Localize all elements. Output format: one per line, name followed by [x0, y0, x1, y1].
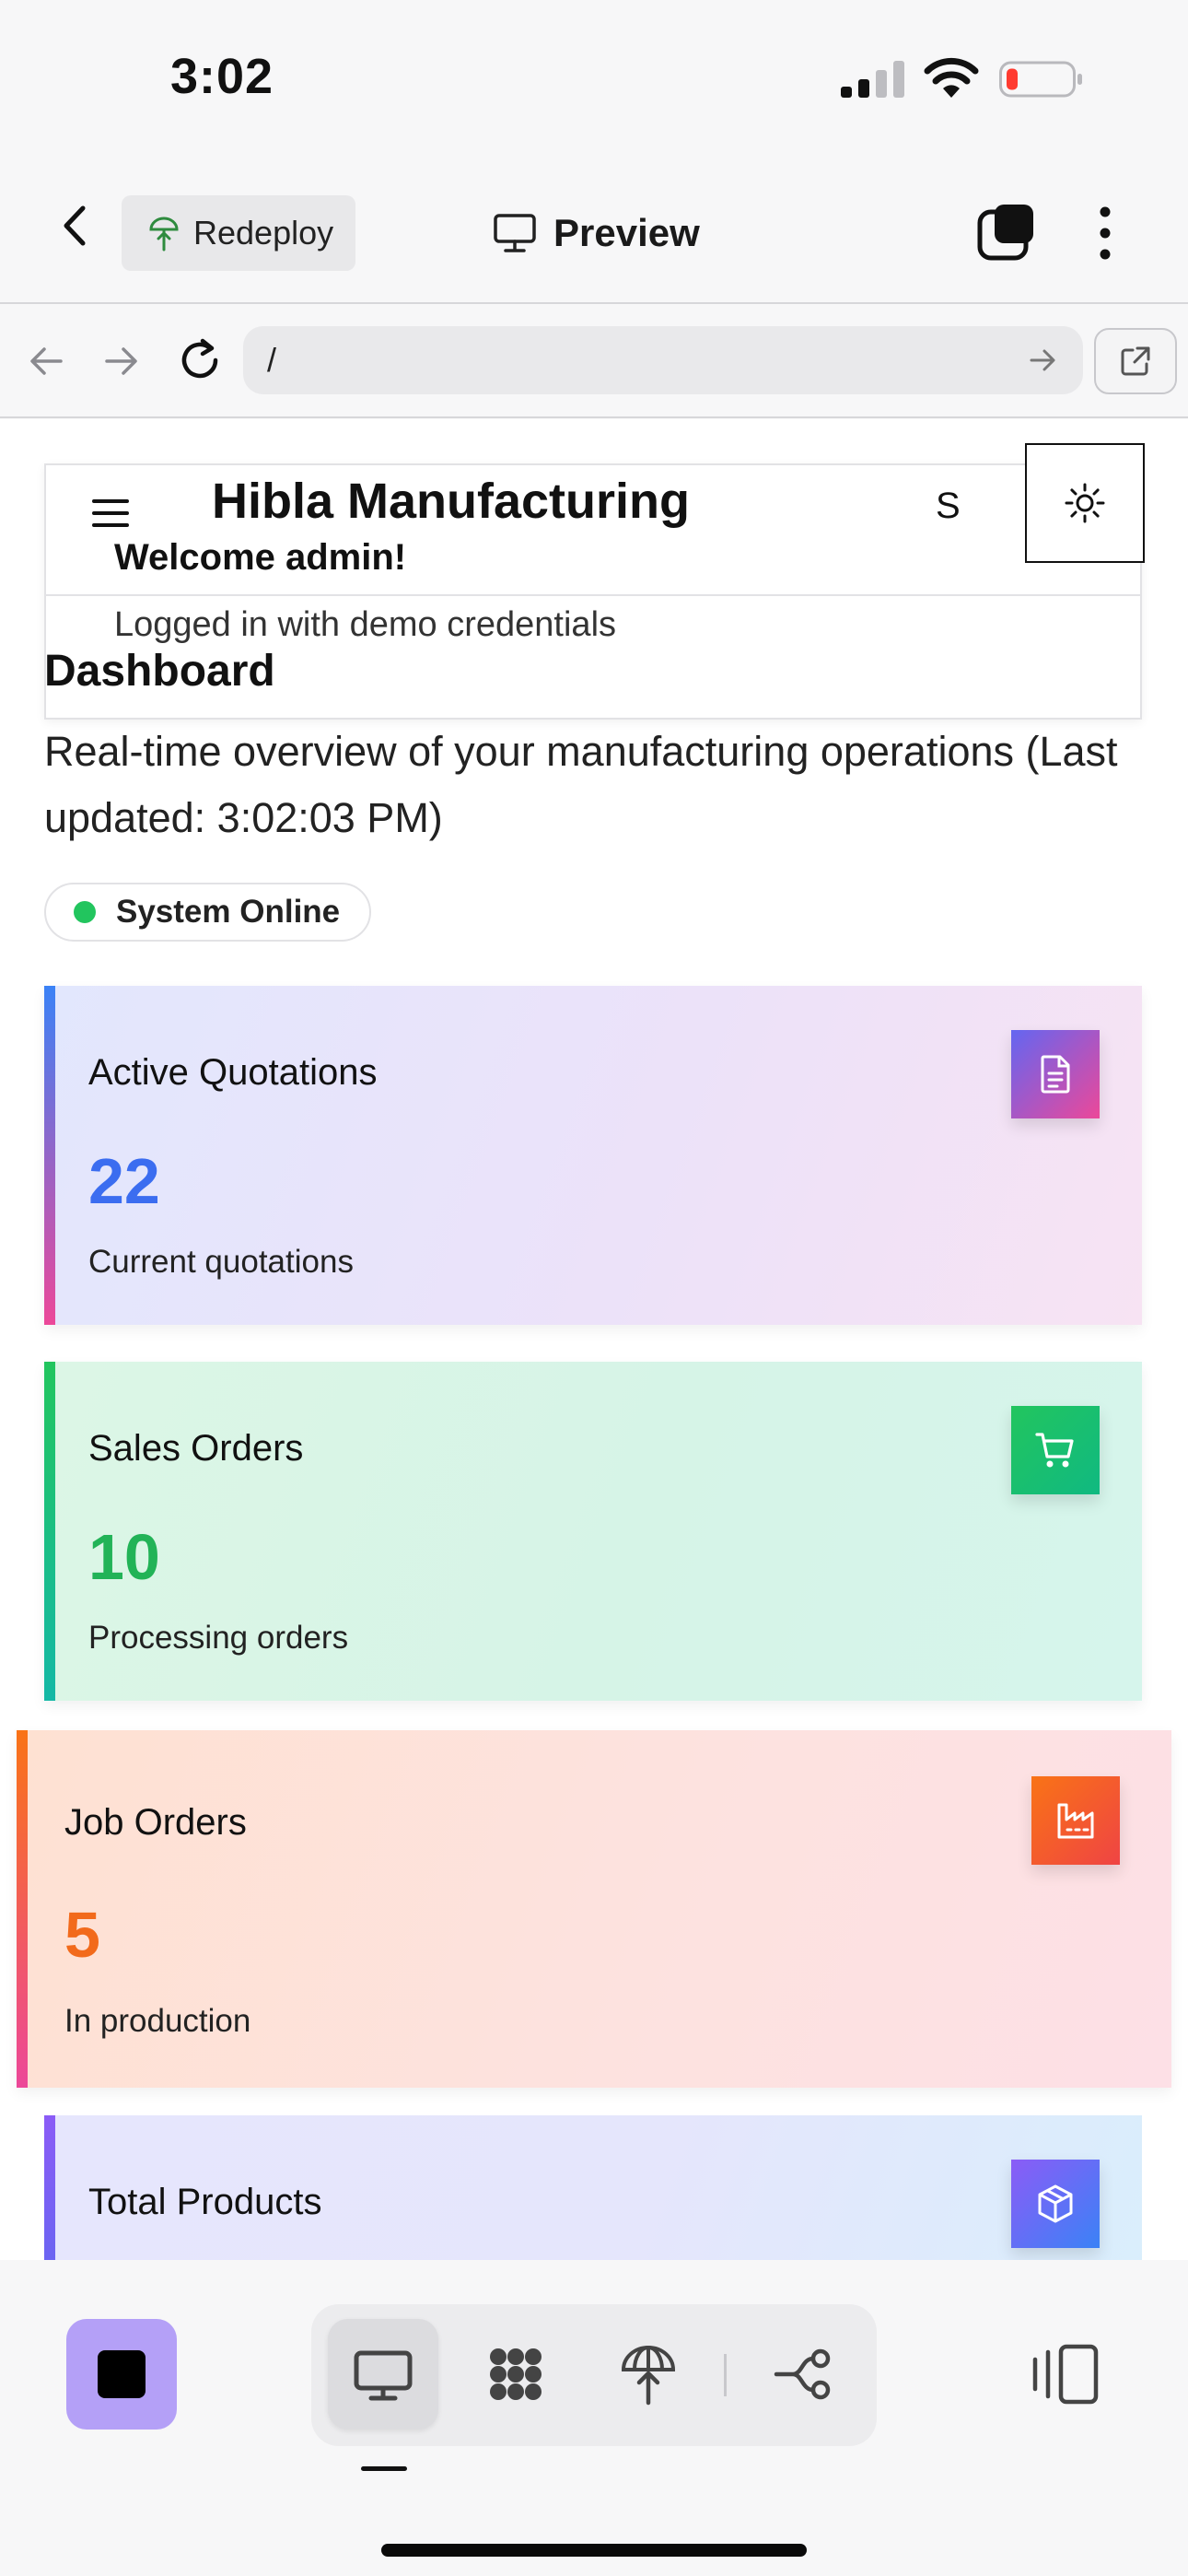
url-text: /: [267, 341, 277, 379]
segment-divider: [724, 2354, 727, 2396]
card-value: 10: [88, 1521, 160, 1593]
sun-icon: [1065, 483, 1105, 523]
hamburger-menu-icon[interactable]: [92, 498, 129, 528]
cart-icon: [1011, 1406, 1100, 1494]
tabs-icon[interactable]: [976, 203, 1037, 263]
page-subtitle: Real-time overview of your manufacturing…: [44, 728, 1118, 841]
stat-card-job-orders[interactable]: Job Orders 5 In production: [17, 1730, 1171, 2088]
theme-toggle-button[interactable]: [1025, 443, 1145, 563]
view-switcher: [311, 2304, 877, 2446]
card-title: Active Quotations: [88, 1052, 378, 1093]
forward-arrow-icon[interactable]: [101, 341, 142, 381]
wifi-icon: [924, 57, 979, 98]
preview-title-text: Preview: [553, 211, 700, 254]
card-description: Processing orders: [88, 1620, 349, 1656]
status-dot-icon: [74, 901, 96, 923]
card-value: 22: [88, 1145, 160, 1217]
stop-icon: [98, 2350, 146, 2398]
card-accent-bar: [44, 986, 55, 1325]
system-status-label: System Online: [116, 894, 341, 930]
go-arrow-icon[interactable]: [1028, 345, 1059, 376]
deploy-icon: [621, 2346, 676, 2406]
card-title: Job Orders: [64, 1802, 247, 1843]
login-note: Logged in with demo credentials: [114, 605, 617, 644]
more-options-icon[interactable]: [1089, 203, 1122, 263]
preview-title: Preview: [493, 201, 700, 265]
status-time: 3:02: [170, 49, 274, 104]
battery-icon: [999, 61, 1082, 98]
tab-apps[interactable]: [460, 2319, 571, 2430]
desktop-icon: [354, 2350, 413, 2401]
stat-card-total-products[interactable]: Total Products: [44, 2115, 1142, 2260]
card-accent-bar: [17, 1730, 28, 2088]
brand-title: Hibla Manufacturing: [212, 474, 691, 529]
open-external-button[interactable]: [1094, 328, 1177, 394]
welcome-message: Welcome admin!: [114, 537, 407, 578]
page-title: Dashboard: [44, 647, 275, 696]
system-status-badge: System Online: [44, 883, 372, 942]
factory-icon: [1031, 1776, 1120, 1865]
card-title: Sales Orders: [88, 1428, 304, 1469]
header-divider: [46, 594, 1140, 596]
panel-icon[interactable]: [1030, 2341, 1100, 2407]
active-tab-indicator: [361, 2466, 407, 2471]
back-arrow-icon[interactable]: [26, 341, 66, 381]
card-description: In production: [64, 2003, 251, 2039]
card-value: 5: [64, 1899, 100, 1971]
card-accent-bar: [44, 2115, 55, 2260]
redeploy-icon: [149, 217, 179, 252]
redeploy-label: Redeploy: [193, 214, 334, 252]
tab-deploy[interactable]: [593, 2319, 704, 2430]
app-toolbar: Redeploy Preview: [0, 175, 1188, 304]
reload-icon[interactable]: [177, 337, 223, 383]
user-avatar[interactable]: S: [936, 486, 961, 527]
stop-button[interactable]: [66, 2319, 177, 2430]
card-accent-bar: [44, 1362, 55, 1701]
stat-card-quotations[interactable]: Active Quotations 22 Current quotations: [44, 986, 1142, 1325]
tab-workflow[interactable]: [748, 2319, 858, 2430]
external-link-icon: [1121, 346, 1150, 376]
document-icon: [1011, 1030, 1100, 1118]
status-bar: 3:02: [0, 0, 1188, 157]
card-description: Current quotations: [88, 1244, 354, 1280]
signal-icon: [841, 61, 904, 98]
url-input[interactable]: /: [243, 326, 1083, 394]
web-content: Hibla Manufacturing S Welcome admin! Log…: [0, 419, 1188, 2260]
monitor-icon: [494, 214, 536, 252]
stat-card-sales-orders[interactable]: Sales Orders 10 Processing orders: [44, 1362, 1142, 1701]
tab-preview[interactable]: [328, 2319, 438, 2430]
browser-bar: /: [0, 306, 1188, 418]
workflow-icon: [774, 2348, 831, 2400]
apps-grid-icon: [490, 2348, 542, 2400]
redeploy-button[interactable]: Redeploy: [122, 195, 355, 271]
box-icon: [1011, 2160, 1100, 2248]
card-title: Total Products: [88, 2182, 322, 2222]
bottom-toolbar: [0, 2260, 1188, 2576]
back-chevron-icon[interactable]: [57, 203, 94, 249]
home-indicator: [381, 2544, 807, 2557]
